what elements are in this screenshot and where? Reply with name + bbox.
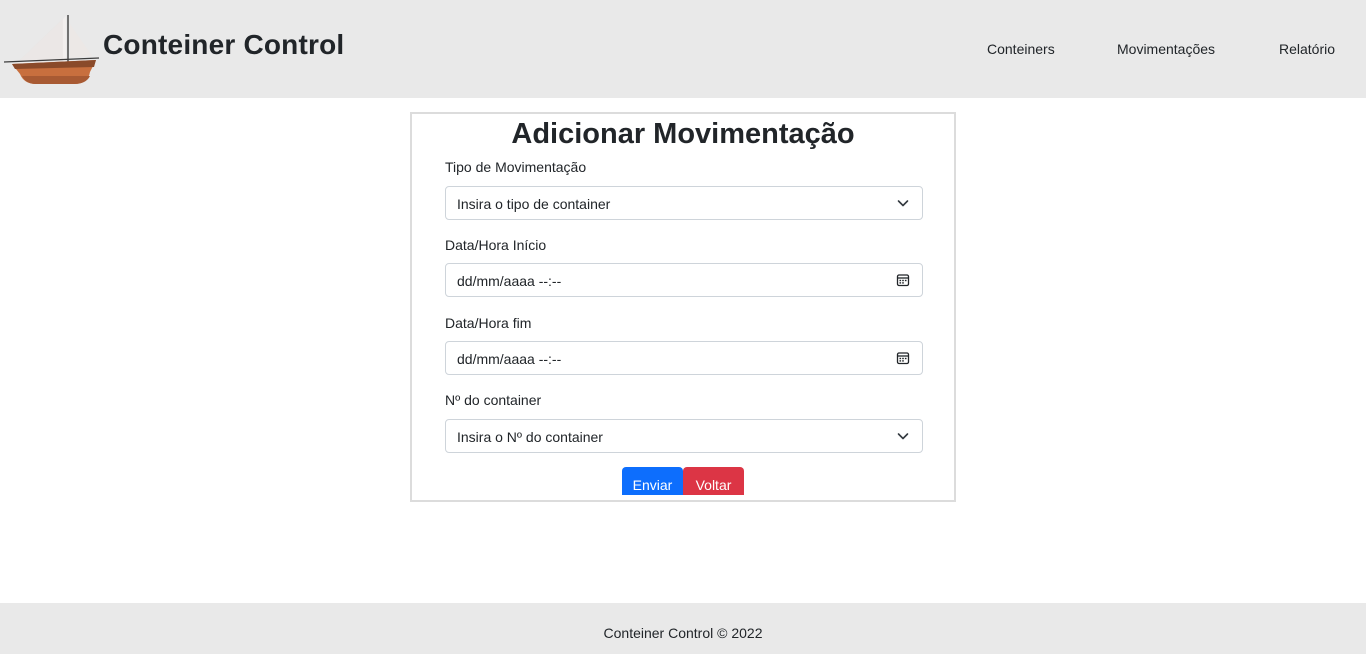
tipo-select-value: Insira o tipo de container: [457, 196, 611, 212]
nav-conteiners[interactable]: Conteiners: [987, 41, 1055, 57]
container-select-value: Insira o Nº do container: [457, 429, 603, 445]
back-button[interactable]: Voltar: [683, 467, 744, 495]
send-button[interactable]: Enviar: [622, 467, 683, 495]
container-select[interactable]: Insira o Nº do container: [445, 419, 923, 453]
inicio-datetime-input[interactable]: dd/mm/aaaa --:--: [445, 263, 923, 297]
footer-copyright: Conteiner Control © 2022: [603, 625, 763, 641]
tipo-select[interactable]: Insira o tipo de container: [445, 186, 923, 220]
inicio-datetime-value: dd/mm/aaaa --:--: [457, 273, 562, 289]
container-label: Nº do container: [445, 392, 542, 408]
footer: Conteiner Control © 2022: [0, 603, 1366, 654]
chevron-down-icon: [897, 433, 909, 440]
nav-relatorio[interactable]: Relatório: [1279, 41, 1335, 57]
movement-form-card: Adicionar Movimentação Tipo de Movimenta…: [410, 112, 956, 502]
sailboat-icon[interactable]: [4, 14, 100, 86]
fim-label: Data/Hora fim: [445, 315, 532, 331]
nav-movimentacoes[interactable]: Movimentações: [1117, 41, 1215, 57]
inicio-label: Data/Hora Início: [445, 237, 547, 253]
calendar-icon[interactable]: [896, 351, 910, 365]
header: Conteiner Control Conteiners Movimentaçõ…: [0, 0, 1366, 98]
fim-datetime-input[interactable]: dd/mm/aaaa --:--: [445, 341, 923, 375]
chevron-down-icon: [897, 200, 909, 207]
calendar-icon[interactable]: [896, 273, 910, 287]
tipo-label: Tipo de Movimentação: [445, 159, 587, 175]
brand-title[interactable]: Conteiner Control: [103, 29, 344, 61]
form-title: Adicionar Movimentação: [511, 118, 855, 150]
fim-datetime-value: dd/mm/aaaa --:--: [457, 351, 562, 367]
